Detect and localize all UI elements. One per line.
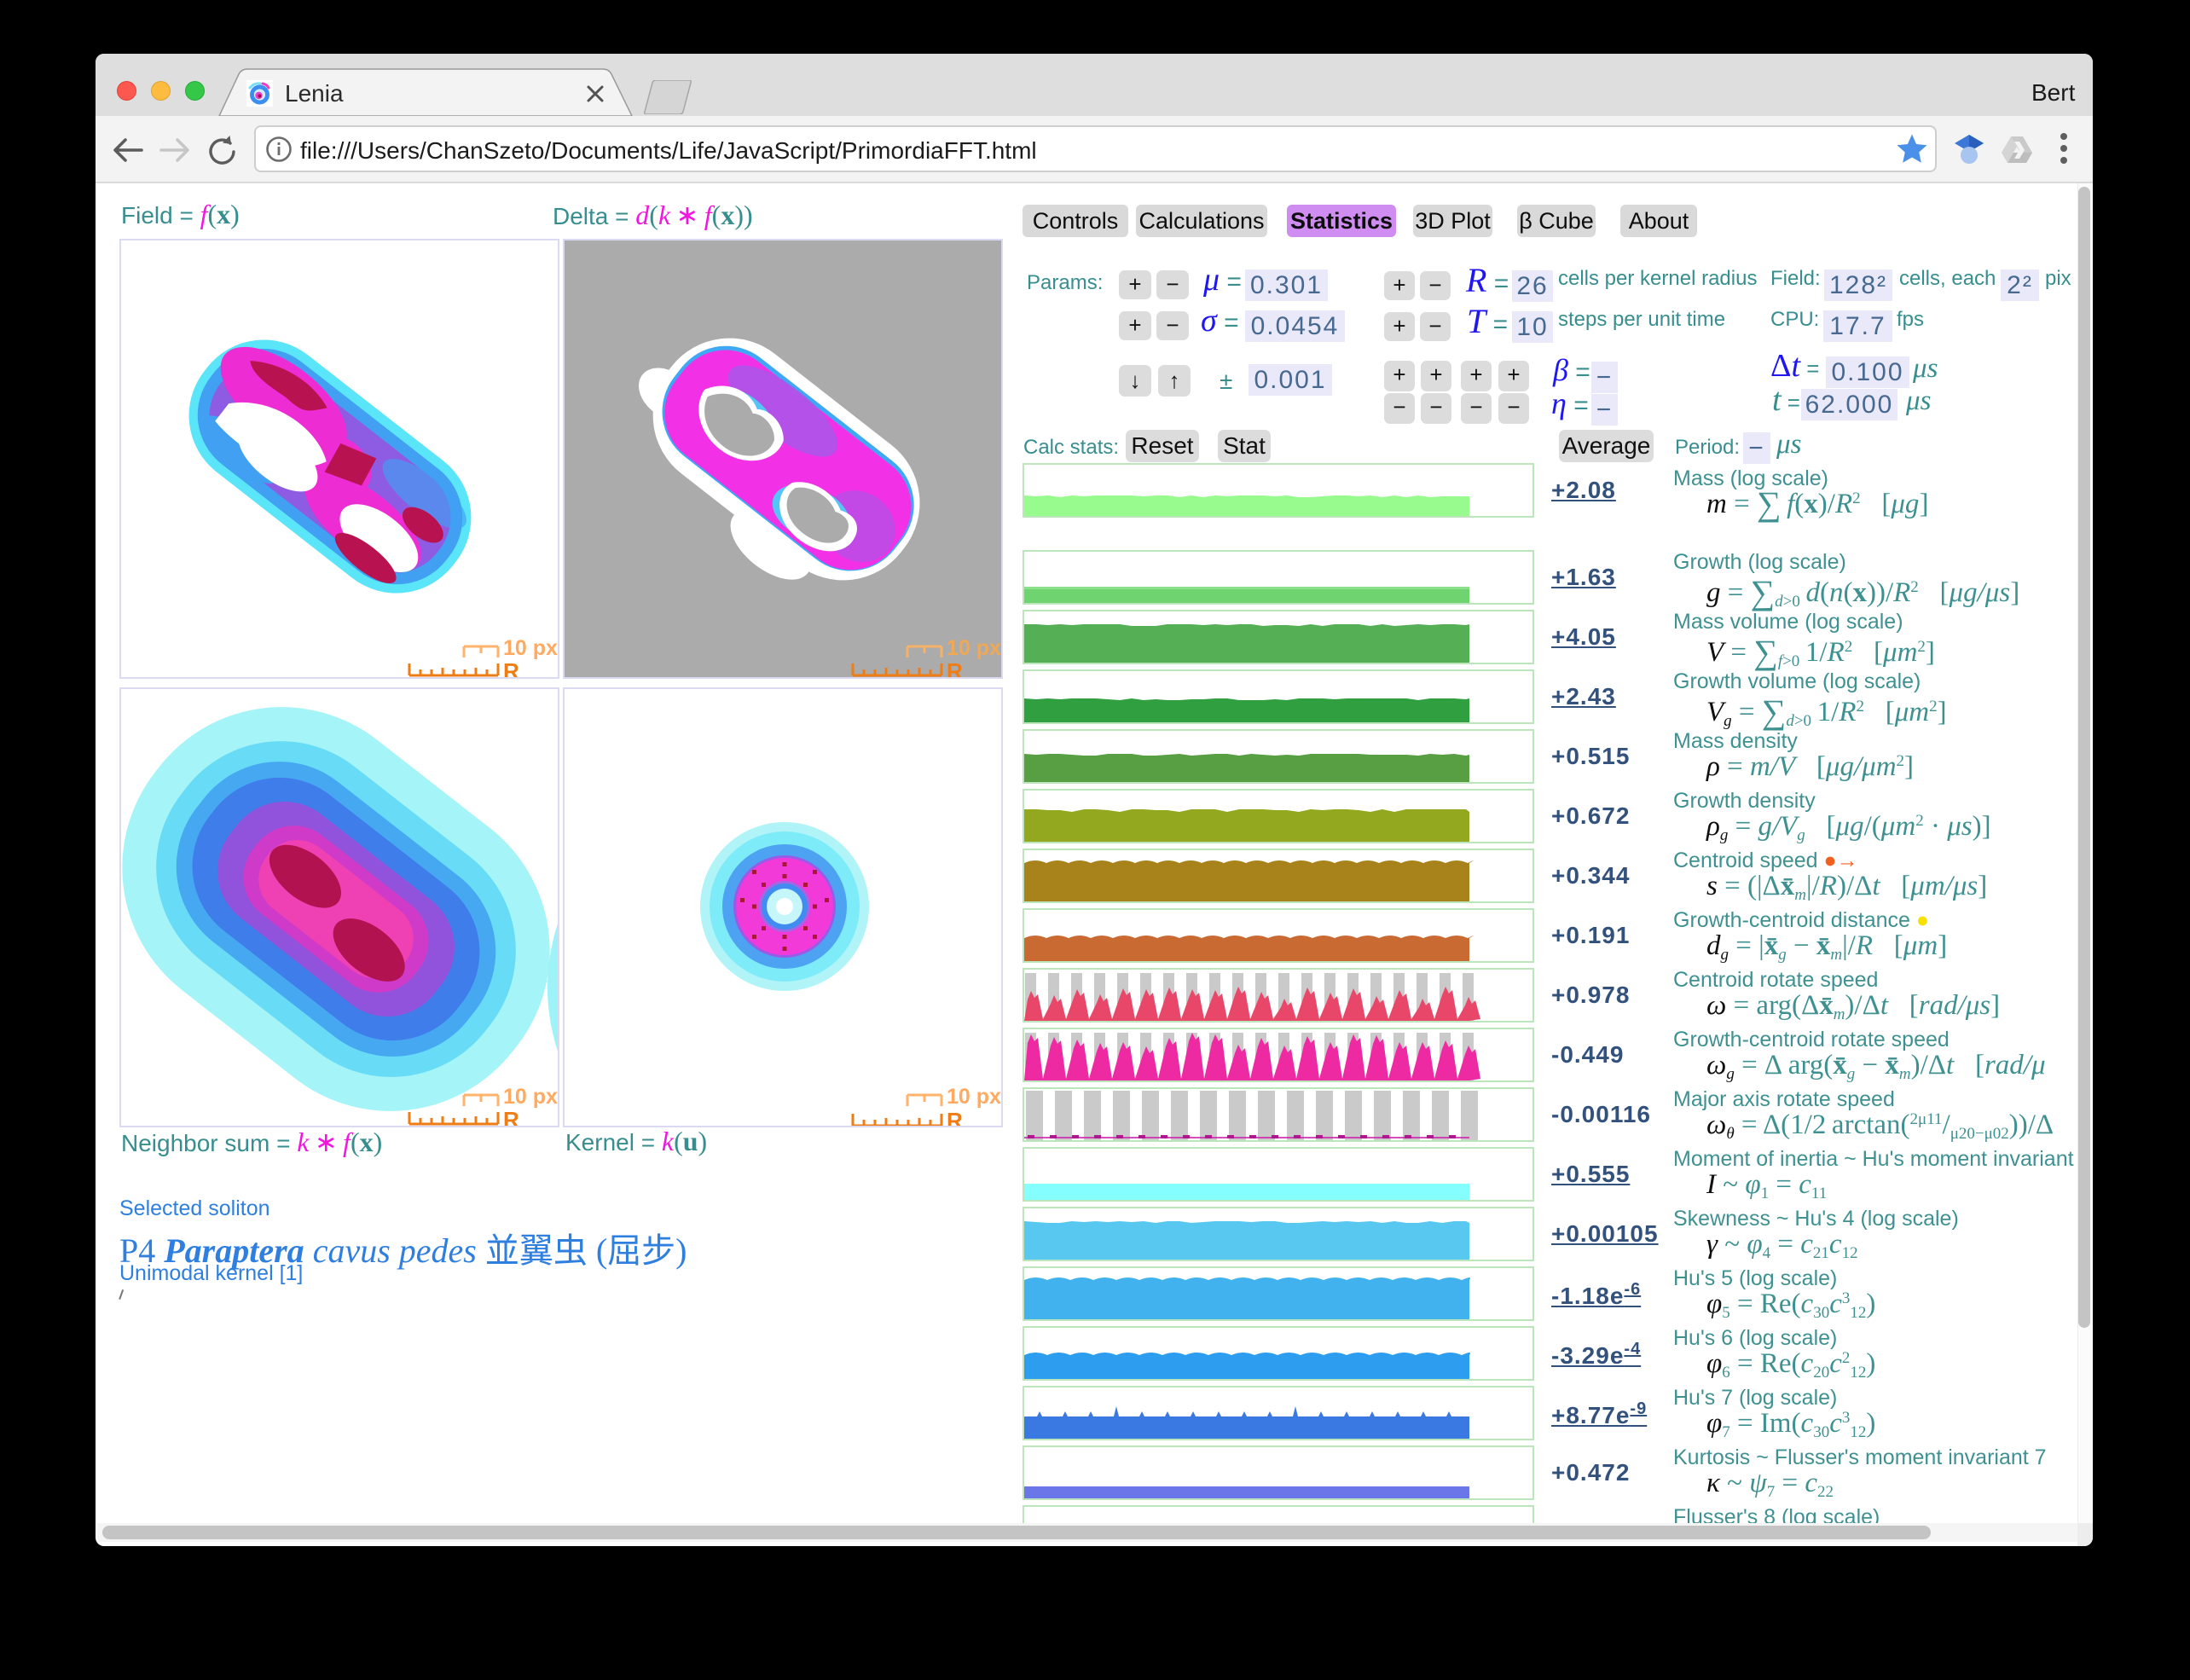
svg-text:R: R [947,658,963,677]
svg-text:R: R [947,1108,963,1126]
svg-text:10 px: 10 px [503,636,558,660]
svg-text:R: R [503,1107,519,1126]
svg-text:R: R [503,658,519,677]
svg-text:10 px: 10 px [947,636,1001,660]
svg-text:10 px: 10 px [947,1085,1001,1109]
svg-text:10 px: 10 px [503,1085,558,1109]
